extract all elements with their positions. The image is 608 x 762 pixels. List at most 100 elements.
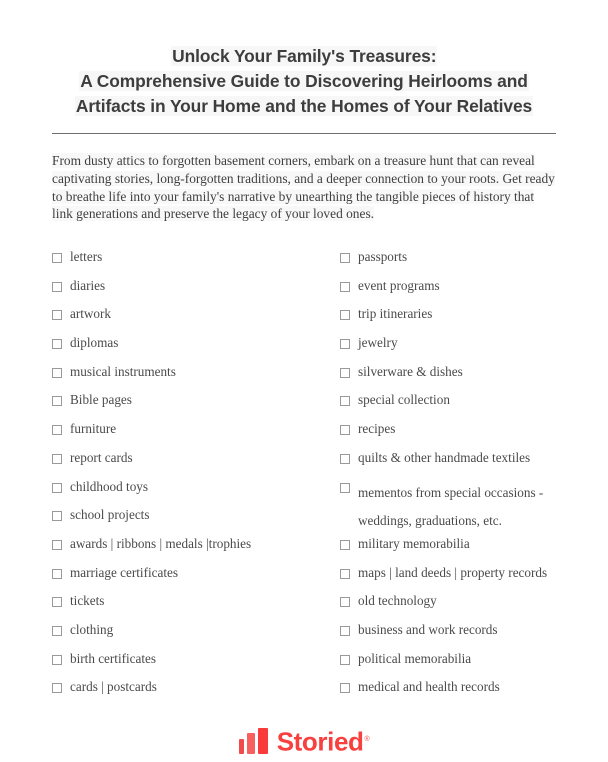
checklist-item[interactable]: medical and health records [340, 679, 602, 708]
checklist-item[interactable]: birth certificates [52, 651, 330, 680]
checklist-item-label: silverware & dishes [358, 363, 463, 379]
checkbox-icon[interactable] [52, 453, 62, 464]
checklist-item[interactable]: report cards [52, 450, 330, 479]
checkbox-icon[interactable] [52, 339, 62, 350]
checkbox-icon[interactable] [52, 597, 62, 608]
checklist-item[interactable]: maps | land deeds | property records [340, 565, 602, 594]
checkbox-icon[interactable] [52, 281, 62, 292]
checkbox-icon[interactable] [340, 281, 350, 292]
checklist-item[interactable]: recipes [340, 421, 602, 450]
checklist-item[interactable]: trip itineraries [340, 306, 602, 335]
checklist-item-label: awards | ribbons | medals |trophies [70, 535, 252, 551]
title-text-2: A Comprehensive Guide to Discovering Hei… [79, 70, 529, 91]
storied-logo: Storied® [238, 727, 370, 755]
checkbox-icon[interactable] [340, 597, 350, 608]
checkbox-icon[interactable] [340, 654, 350, 665]
checklist-item-label: recipes [358, 421, 396, 437]
checkbox-icon[interactable] [340, 425, 350, 436]
checklist-item[interactable]: artwork [52, 306, 330, 335]
checkbox-icon[interactable] [52, 625, 62, 636]
checkbox-icon[interactable] [52, 482, 62, 493]
checklist-item-label: political memorabilia [358, 650, 472, 666]
checkbox-icon[interactable] [340, 482, 350, 493]
checklist-item[interactable]: silverware & dishes [340, 364, 602, 393]
checklist-item-label: maps | land deeds | property records [358, 564, 548, 580]
storied-logo-mark-icon [238, 727, 268, 754]
checklist-item[interactable]: tickets [52, 593, 330, 622]
checklist-item[interactable]: diplomas [52, 335, 330, 364]
brand-name-text: Storied [276, 726, 364, 757]
checklist-item[interactable]: school projects [52, 507, 330, 536]
checkbox-icon[interactable] [52, 654, 62, 665]
checkbox-icon[interactable] [52, 539, 62, 550]
checklist-item[interactable]: clothing [52, 622, 330, 651]
checklist-item[interactable]: old technology [340, 593, 602, 622]
checklist-item-label: quilts & other handmade textiles [358, 449, 531, 465]
checklist-item-label: mementos from special occasions - weddin… [358, 484, 544, 529]
checklist-item-label: business and work records [358, 621, 498, 637]
checkbox-icon[interactable] [340, 625, 350, 636]
checklist-item-label: report cards [70, 449, 133, 465]
checkbox-icon[interactable] [52, 253, 62, 263]
checklist-item-label: musical instruments [70, 363, 176, 379]
checklist-item-label: Bible pages [70, 392, 132, 408]
title-text-3: Artifacts in Your Home and the Homes of … [74, 95, 534, 116]
checklist-item[interactable]: jewelry [340, 335, 602, 364]
checkbox-icon[interactable] [340, 568, 350, 579]
checkbox-icon[interactable] [52, 511, 62, 522]
checklist-item[interactable]: childhood toys [52, 479, 330, 508]
title-line-1: Unlock Your Family's Treasures: [52, 44, 556, 69]
checklist-item-label: special collection [358, 392, 450, 408]
checkbox-icon[interactable] [340, 310, 350, 321]
checklist-item[interactable]: passports [340, 249, 602, 278]
checkbox-icon[interactable] [340, 683, 350, 694]
checkbox-icon[interactable] [52, 568, 62, 579]
storied-wordmark: Storied® [277, 727, 370, 755]
title-text-1: Unlock Your Family's Treasures: [171, 46, 438, 66]
checklist-item-label: marriage certificates [70, 564, 178, 580]
footer: Storied® [0, 727, 608, 755]
checklist-item[interactable]: military memorabilia [340, 536, 602, 565]
checklist-item[interactable]: cards | postcards [52, 679, 330, 708]
checklist-item-label: passports [358, 249, 408, 264]
checkbox-icon[interactable] [340, 453, 350, 464]
checklist-column-right: passports event programs trip itineraries j… [340, 249, 602, 708]
checkbox-icon[interactable] [52, 425, 62, 436]
checklist-item-label: event programs [358, 277, 440, 293]
checklist-column-left: letters diaries artwork diplomas musical ins… [52, 249, 330, 708]
checklist-item[interactable]: furniture [52, 421, 330, 450]
checklist-item-label: furniture [70, 421, 117, 437]
title-line-3: Artifacts in Your Home and the Homes of … [52, 94, 556, 119]
checklist-item[interactable]: marriage certificates [52, 565, 330, 594]
checkbox-icon[interactable] [52, 367, 62, 378]
checklist-item[interactable]: Bible pages [52, 392, 330, 421]
checklist-item[interactable]: political memorabilia [340, 651, 602, 680]
document-page: Unlock Your Family's Treasures: A Compre… [0, 0, 608, 762]
checkbox-icon[interactable] [340, 539, 350, 550]
checkbox-icon[interactable] [340, 367, 350, 378]
checklist-item[interactable]: event programs [340, 278, 602, 307]
trademark-icon: ® [364, 736, 370, 743]
title-line-2: A Comprehensive Guide to Discovering Hei… [52, 69, 556, 94]
checklist-item-label: childhood toys [70, 478, 149, 494]
checklist-item[interactable]: mementos from special occasions - weddin… [340, 479, 602, 536]
checkbox-icon[interactable] [340, 339, 350, 350]
intro-paragraph: From dusty attics to forgotten basement … [52, 152, 556, 223]
checkbox-icon[interactable] [340, 253, 350, 263]
checklist-item[interactable]: awards | ribbons | medals |trophies [52, 536, 330, 565]
checklist-item[interactable]: letters [52, 249, 330, 278]
checklist-item-label: diaries [70, 277, 106, 293]
checkbox-icon[interactable] [52, 310, 62, 321]
checklist-item[interactable]: diaries [52, 278, 330, 307]
checkbox-icon[interactable] [340, 396, 350, 407]
checklist-item[interactable]: musical instruments [52, 364, 330, 393]
checklist-item[interactable]: special collection [340, 392, 602, 421]
checklist-item-label: clothing [70, 621, 114, 637]
checklist-item-label: old technology [358, 593, 437, 609]
checklist-item[interactable]: business and work records [340, 622, 602, 651]
checklist-item-label: artwork [70, 306, 112, 322]
checkbox-icon[interactable] [52, 396, 62, 407]
page-title: Unlock Your Family's Treasures: A Compre… [52, 44, 556, 118]
checklist-item[interactable]: quilts & other handmade textiles [340, 450, 602, 479]
checkbox-icon[interactable] [52, 683, 62, 694]
